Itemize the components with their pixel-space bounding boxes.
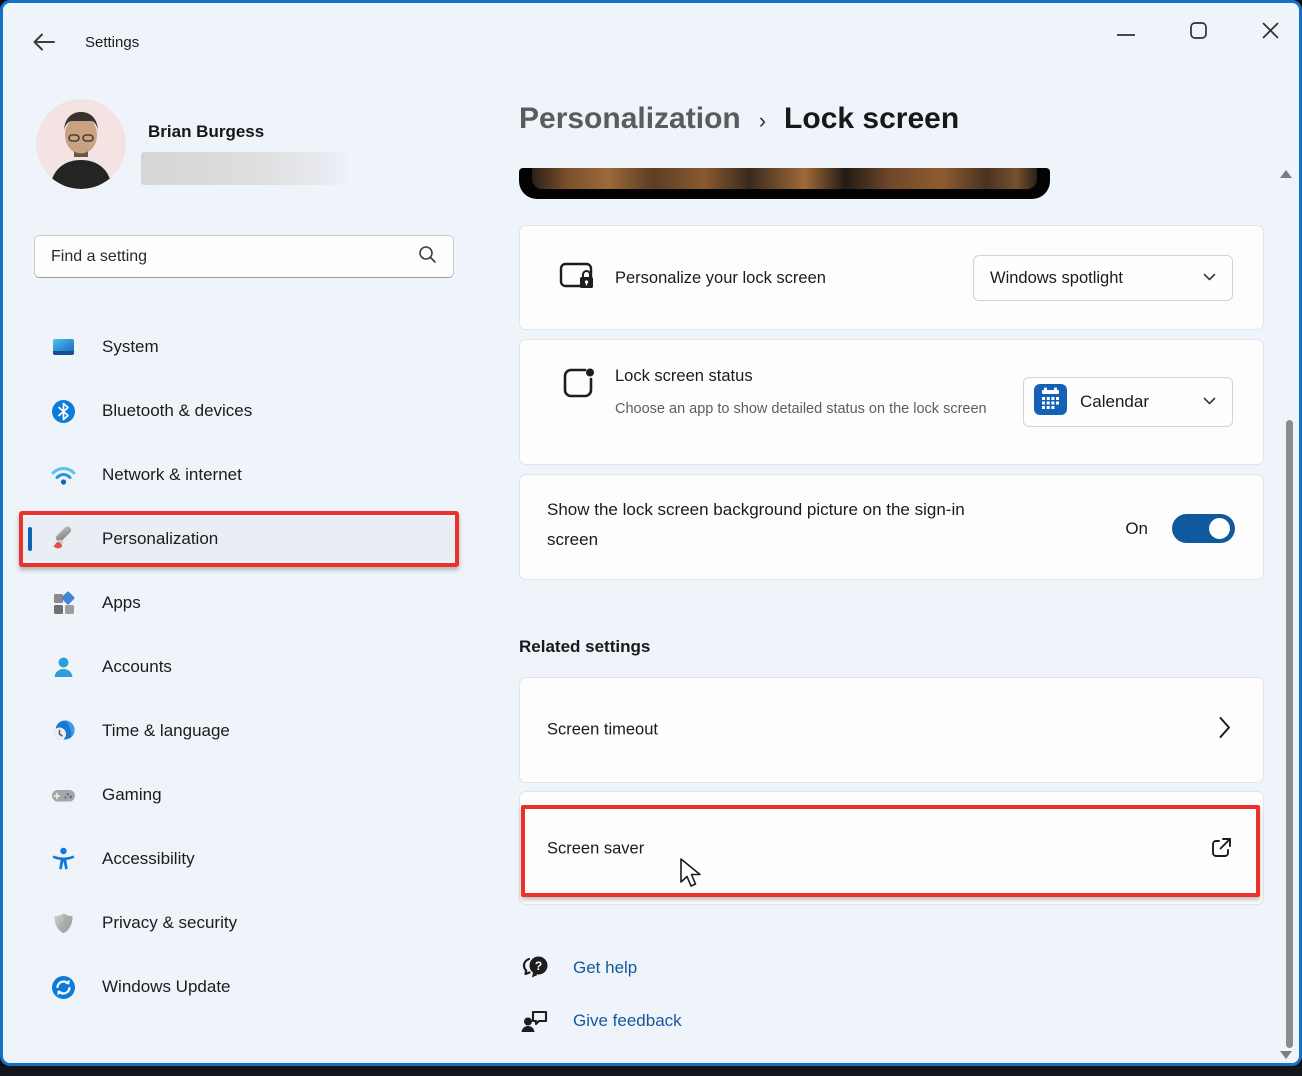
- sidebar-item-label: Time & language: [102, 721, 230, 741]
- sidebar-item-accounts[interactable]: Accounts: [23, 645, 455, 689]
- update-arrows-icon: [50, 974, 77, 1001]
- bluetooth-icon: [50, 398, 77, 425]
- sidebar-item-time-language[interactable]: Time & language: [23, 709, 455, 753]
- scrollbar-down-arrow[interactable]: [1280, 1051, 1292, 1059]
- selected-indicator: [28, 527, 32, 551]
- sidebar-item-label: Gaming: [102, 785, 162, 805]
- accessibility-person-icon: [50, 846, 77, 873]
- card-title: Lock screen status: [615, 367, 753, 386]
- sidebar-item-label: System: [102, 337, 159, 357]
- sidebar-item-personalization[interactable]: Personalization: [23, 517, 455, 561]
- breadcrumb-separator-icon: ›: [759, 108, 766, 134]
- lockscreen-monitor-icon: [558, 258, 598, 298]
- sidebar-item-apps[interactable]: Apps: [23, 581, 455, 625]
- chevron-right-icon: [1219, 717, 1231, 744]
- search-input[interactable]: [35, 248, 418, 266]
- personalize-lock-screen-card: Personalize your lock screen Windows spo…: [519, 225, 1264, 330]
- sidebar-item-label: Accounts: [102, 657, 172, 677]
- row-label: Screen saver: [547, 840, 644, 859]
- back-arrow-icon: [31, 42, 57, 59]
- settings-window: Settings Bri: [0, 0, 1302, 1066]
- status-app-dropdown[interactable]: Calendar: [1023, 377, 1233, 427]
- scrollbar-thumb[interactable]: [1286, 420, 1293, 1048]
- feedback-person-icon: [519, 1004, 553, 1038]
- sidebar-item-privacy[interactable]: Privacy & security: [23, 901, 455, 945]
- user-name: Brian Burgess: [148, 122, 264, 142]
- window-title: Settings: [85, 34, 139, 51]
- sidebar-item-label: Personalization: [102, 529, 218, 549]
- page-title: Lock screen: [784, 102, 959, 136]
- status-square-dot-icon: [558, 364, 598, 404]
- screen-timeout-row[interactable]: Screen timeout: [519, 677, 1264, 783]
- toggle-state-label: On: [1125, 519, 1148, 539]
- person-icon: [50, 654, 77, 681]
- card-description: Choose an app to show detailed status on…: [615, 397, 993, 422]
- link-label: Give feedback: [573, 1011, 682, 1031]
- apps-grid-icon: [50, 590, 77, 617]
- lockscreen-preview-image: [519, 168, 1050, 199]
- give-feedback-link[interactable]: Give feedback: [519, 1004, 682, 1038]
- maximize-button[interactable]: [1175, 3, 1221, 63]
- sidebar-item-network[interactable]: Network & internet: [23, 453, 455, 497]
- clock-globe-icon: [50, 718, 77, 745]
- close-button[interactable]: [1247, 3, 1293, 63]
- sidebar-item-label: Privacy & security: [102, 913, 237, 933]
- shield-icon: [50, 910, 77, 937]
- calendar-icon: [1033, 382, 1068, 422]
- show-background-toggle-card: Show the lock screen background picture …: [519, 474, 1264, 580]
- avatar[interactable]: [36, 99, 126, 189]
- toggle-label: Show the lock screen background picture …: [547, 495, 977, 555]
- chevron-down-icon: [1203, 269, 1216, 287]
- titlebar: Settings: [3, 3, 1299, 65]
- sidebar-item-label: Apps: [102, 593, 141, 613]
- search-icon: [418, 245, 437, 269]
- maximize-icon: [1190, 22, 1207, 44]
- sidebar-nav: System Bluetooth & devices Network & int…: [23, 325, 455, 1029]
- back-button[interactable]: [31, 29, 59, 57]
- search-box[interactable]: [34, 235, 454, 278]
- breadcrumb-parent[interactable]: Personalization: [519, 102, 741, 136]
- sidebar-item-gaming[interactable]: Gaming: [23, 773, 455, 817]
- sidebar-item-label: Bluetooth & devices: [102, 401, 252, 421]
- close-icon: [1262, 22, 1279, 44]
- gamepad-icon: [50, 782, 77, 809]
- svg-text:?: ?: [535, 959, 542, 973]
- sidebar-item-label: Windows Update: [102, 977, 231, 997]
- personalize-dropdown[interactable]: Windows spotlight: [973, 255, 1233, 301]
- chevron-down-icon: [1203, 393, 1216, 411]
- sidebar-item-accessibility[interactable]: Accessibility: [23, 837, 455, 881]
- desktop-edge-strip: [0, 1066, 1302, 1076]
- card-title: Personalize your lock screen: [615, 269, 826, 288]
- external-link-icon: [1209, 836, 1233, 865]
- scrollbar-up-arrow[interactable]: [1280, 170, 1292, 178]
- sidebar-item-label: Accessibility: [102, 849, 195, 869]
- dropdown-value: Calendar: [1080, 392, 1203, 412]
- minimize-button[interactable]: [1103, 3, 1149, 63]
- system-laptop-icon: [50, 334, 77, 361]
- get-help-link[interactable]: ? Get help: [519, 951, 637, 985]
- screen-saver-row[interactable]: Screen saver: [519, 791, 1264, 905]
- minimize-icon: [1116, 24, 1136, 42]
- related-settings-heading: Related settings: [519, 637, 650, 657]
- paintbrush-icon: [50, 526, 77, 553]
- user-email-blurred: [141, 152, 347, 185]
- wifi-icon: [50, 462, 77, 489]
- row-label: Screen timeout: [547, 721, 658, 740]
- sidebar-item-system[interactable]: System: [23, 325, 455, 369]
- sidebar-item-label: Network & internet: [102, 465, 242, 485]
- red-highlight-box: [19, 511, 459, 567]
- toggle-group: On: [1125, 514, 1235, 543]
- lock-screen-status-card: Lock screen status Choose an app to show…: [519, 339, 1264, 465]
- dropdown-value: Windows spotlight: [990, 269, 1123, 288]
- lockscreen-preview-photo: [532, 168, 1037, 189]
- sidebar-item-windows-update[interactable]: Windows Update: [23, 965, 455, 1009]
- toggle-knob: [1209, 518, 1230, 539]
- background-picture-toggle[interactable]: [1172, 514, 1235, 543]
- breadcrumb: Personalization › Lock screen: [519, 102, 959, 136]
- link-label: Get help: [573, 958, 637, 978]
- help-bubble-icon: ?: [519, 951, 553, 985]
- sidebar-item-bluetooth[interactable]: Bluetooth & devices: [23, 389, 455, 433]
